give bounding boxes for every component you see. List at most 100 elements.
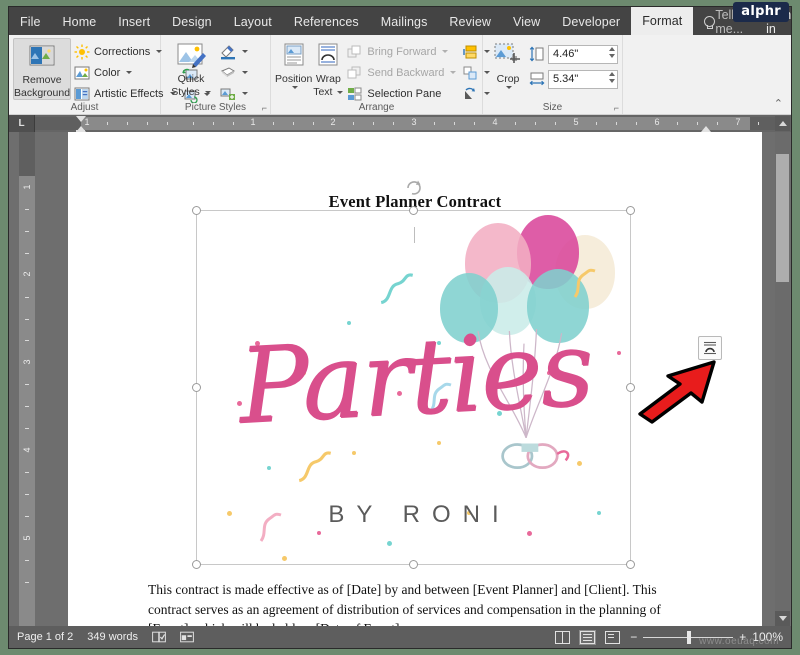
- ruler-number-6: 6: [654, 117, 660, 127]
- group-objects-icon: [463, 66, 477, 79]
- tab-file[interactable]: File: [9, 9, 52, 35]
- group-label-adjust: Adjust: [70, 102, 99, 113]
- selection-pane-label: Selection Pane: [367, 87, 442, 100]
- size-fields: 4.46" 5.34": [529, 38, 618, 93]
- zoom-out-button[interactable]: −: [630, 630, 637, 644]
- shape-width-spinner[interactable]: [609, 71, 615, 83]
- bring-forward-icon: [347, 45, 361, 57]
- picture-layout-button[interactable]: [217, 83, 251, 104]
- tab-format[interactable]: Format: [631, 7, 694, 35]
- ruler-track: 1 1 2 3 4 5 6 7: [35, 116, 779, 134]
- vruler-number-3: 3: [22, 359, 32, 365]
- shape-width-field-row: 5.34": [529, 68, 618, 90]
- collapse-ribbon-button[interactable]: ⌃: [774, 97, 783, 110]
- tab-developer[interactable]: Developer: [551, 9, 631, 35]
- remove-background-icon: [29, 45, 55, 66]
- resize-handle-top-left[interactable]: [192, 206, 201, 215]
- print-layout-view-button[interactable]: [579, 629, 597, 645]
- ribbon-group-arrange: Position Wrap Text Bring Forward Send Ba…: [271, 35, 491, 114]
- shape-height-spinner[interactable]: [609, 46, 615, 58]
- chevron-down-icon: [204, 90, 211, 94]
- page-indicator[interactable]: Page 1 of 2: [17, 631, 73, 643]
- tab-view[interactable]: View: [502, 9, 551, 35]
- resize-handle-bottom-center[interactable]: [408, 560, 418, 569]
- shape-height-input[interactable]: 4.46": [548, 44, 618, 64]
- proofing-status-icon[interactable]: [152, 631, 166, 643]
- vertical-ruler[interactable]: 1 2 3 4 5: [19, 132, 35, 626]
- horizontal-ruler[interactable]: L 1 1 2 3 4 5 6 7: [9, 115, 791, 134]
- resize-handle-top-center[interactable]: [408, 206, 418, 215]
- site-watermark: www.oeuaq.com: [699, 636, 779, 647]
- crop-icon: [494, 43, 520, 63]
- position-icon: [284, 43, 304, 66]
- first-line-indent-marker[interactable]: [76, 116, 86, 122]
- resize-handle-top-right[interactable]: [626, 206, 635, 215]
- ribbon-group-size: Crop 4.46" 5.34" Size ⌐: [483, 35, 623, 114]
- bring-forward-label: Bring Forward: [367, 45, 437, 58]
- read-mode-view-button[interactable]: [555, 630, 571, 644]
- app-root: File Home Insert Design Layout Reference…: [0, 0, 800, 655]
- tab-insert[interactable]: Insert: [107, 9, 161, 35]
- picture-styles-commands: [217, 38, 251, 104]
- shape-width-input[interactable]: 5.34": [548, 69, 618, 89]
- tab-layout[interactable]: Layout: [223, 9, 283, 35]
- align-objects-icon: [463, 45, 477, 58]
- rotate-handle[interactable]: [405, 179, 423, 197]
- scroll-up-button[interactable]: [775, 116, 790, 131]
- tab-review[interactable]: Review: [438, 9, 502, 35]
- quick-styles-label-1: Quick: [177, 73, 205, 85]
- document-area: 1 2 3 4 5 Event Planner Contract Parties…: [9, 132, 791, 626]
- language-status-icon[interactable]: [180, 631, 194, 643]
- word-count[interactable]: 349 words: [87, 631, 138, 643]
- chevron-down-icon: [506, 86, 512, 90]
- shape-height-icon: [529, 46, 544, 62]
- image-selection-frame[interactable]: [192, 180, 635, 569]
- quick-styles-button[interactable]: Quick Styles: [165, 38, 217, 98]
- bring-forward-button[interactable]: Bring Forward: [344, 41, 459, 62]
- resize-handle-bottom-left[interactable]: [192, 560, 201, 569]
- group-label-arrange: Arrange: [358, 102, 395, 113]
- web-layout-view-button[interactable]: [605, 630, 621, 644]
- tab-references[interactable]: References: [283, 9, 370, 35]
- vertical-scrollbar[interactable]: [775, 132, 790, 626]
- vertical-ruler-margin: [19, 132, 35, 176]
- document-page[interactable]: Event Planner Contract Parties BY RONI T…: [68, 132, 762, 626]
- tab-home[interactable]: Home: [52, 9, 108, 35]
- rotate-objects-icon: [465, 87, 476, 99]
- zoom-knob[interactable]: [688, 631, 691, 643]
- crop-button[interactable]: Crop: [487, 38, 529, 90]
- ruler-number-3: 3: [411, 117, 417, 127]
- wrap-text-button[interactable]: Wrap Text: [312, 38, 344, 98]
- corrections-label: Corrections: [94, 45, 151, 58]
- picture-border-button[interactable]: [217, 41, 251, 62]
- position-button[interactable]: Position: [275, 38, 313, 90]
- wrap-text-label-row: Text: [313, 86, 344, 98]
- picture-layout-icon: [220, 88, 235, 100]
- picture-styles-dialog-launcher[interactable]: ⌐: [262, 103, 267, 113]
- remove-background-label-1: Remove: [22, 74, 62, 86]
- artistic-effects-icon: [74, 87, 90, 100]
- remove-background-button[interactable]: Remove Background: [13, 38, 72, 101]
- chevron-down-icon: [450, 71, 457, 74]
- ribbon-group-adjust: Remove Background Corrections Color Arti…: [9, 35, 210, 114]
- vruler-number-1: 1: [22, 184, 32, 190]
- ruler-number-2: 2: [330, 117, 336, 127]
- size-dialog-launcher[interactable]: ⌐: [614, 103, 619, 113]
- color-label: Color: [94, 66, 121, 79]
- resize-handle-middle-left[interactable]: [192, 382, 201, 392]
- layout-options-button[interactable]: [698, 336, 722, 360]
- position-label: Position: [275, 73, 313, 85]
- selection-pane-icon: [348, 87, 362, 100]
- resize-handle-bottom-right[interactable]: [626, 560, 635, 569]
- scrollbar-thumb[interactable]: [776, 154, 789, 282]
- tab-design[interactable]: Design: [161, 9, 223, 35]
- scroll-down-button[interactable]: [775, 611, 790, 626]
- tab-mailings[interactable]: Mailings: [370, 9, 439, 35]
- selection-pane-button[interactable]: Selection Pane: [344, 83, 459, 104]
- chevron-down-icon: [778, 616, 787, 621]
- document-body-paragraph: This contract is made effective as of [D…: [148, 582, 661, 626]
- send-backward-button[interactable]: Send Backward: [344, 62, 459, 83]
- picture-effects-button[interactable]: [217, 62, 251, 83]
- tab-stop-selector[interactable]: L: [9, 115, 35, 132]
- quick-styles-icon: [177, 43, 206, 68]
